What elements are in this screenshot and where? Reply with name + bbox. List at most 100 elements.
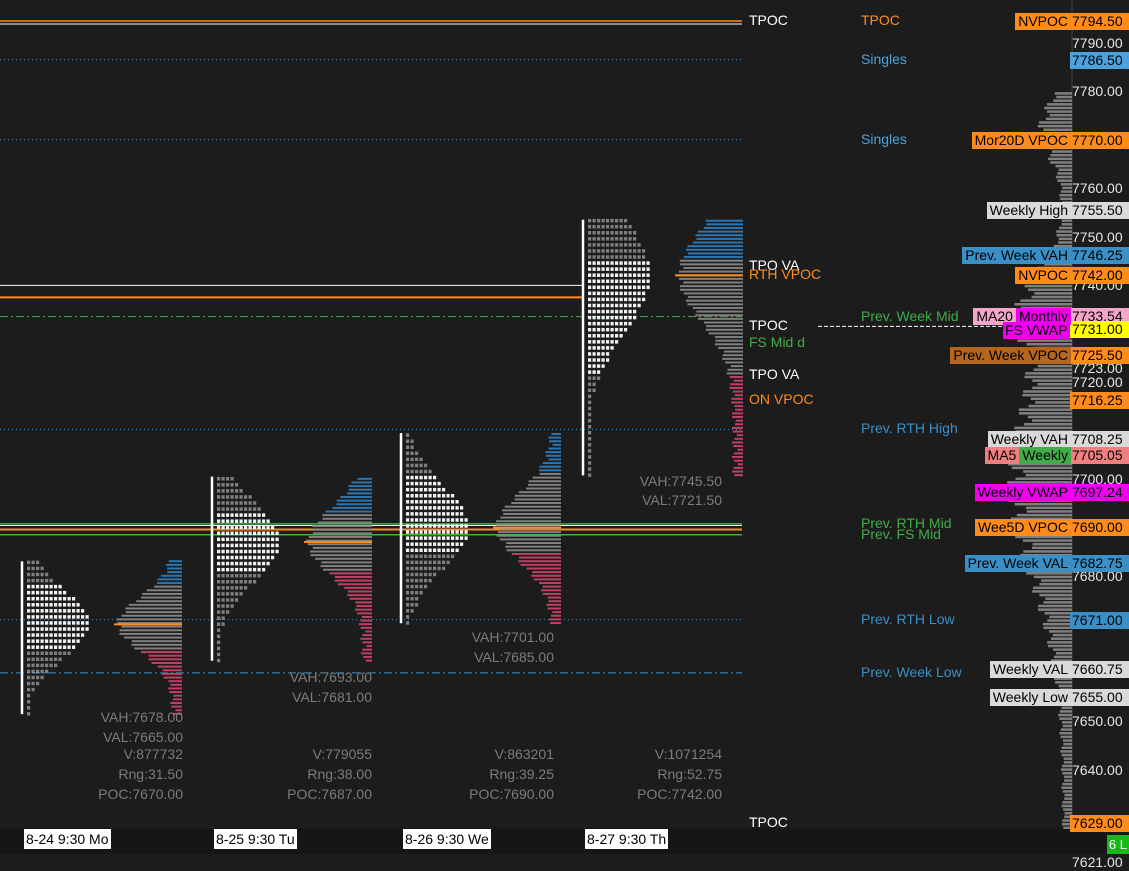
tpo-block <box>217 628 221 632</box>
composite-profile-bar <box>1037 124 1072 128</box>
tpo-block <box>40 609 44 613</box>
composite-profile-bar <box>1031 361 1072 364</box>
tpo-block <box>253 580 257 584</box>
volume-profile-bar <box>697 317 743 320</box>
composite-profile-bar <box>1062 801 1072 804</box>
tpo-block <box>592 291 596 296</box>
tpo-block <box>455 512 459 516</box>
tpo-block <box>615 297 619 302</box>
tpo-block <box>588 273 592 277</box>
tpo-block <box>257 561 261 566</box>
tpo-block <box>410 445 414 450</box>
composite-profile-bar <box>1050 161 1072 164</box>
tpo-block <box>442 542 446 546</box>
tpo-block <box>406 590 410 595</box>
tpo-block <box>36 663 40 668</box>
composite-profile-bar <box>1038 266 1072 270</box>
tpo-block <box>433 566 437 571</box>
volume-profile-bar <box>146 589 182 592</box>
volume-profile-bar <box>526 487 561 490</box>
tpo-block <box>230 531 234 536</box>
tpo-block <box>455 524 459 528</box>
tpo-block <box>31 669 35 674</box>
tpo-block <box>601 321 605 326</box>
volume-profile-bar <box>731 441 743 444</box>
tpo-block <box>271 537 275 542</box>
composite-profile-bar <box>1028 404 1072 408</box>
tpo-block <box>40 657 44 662</box>
tpo-block <box>72 627 76 631</box>
tpo-block <box>437 481 441 486</box>
tpo-block <box>588 412 592 417</box>
volume-profile-bar <box>706 223 743 226</box>
tpo-block <box>271 525 275 529</box>
composite-profile-bar <box>1043 601 1072 604</box>
tpo-block <box>248 573 252 578</box>
tpo-block <box>588 424 592 429</box>
tpo-block <box>424 566 428 571</box>
composite-profile-bar <box>1060 197 1072 201</box>
volume-profile-bar <box>121 625 182 628</box>
tpo-block <box>226 555 230 560</box>
tpo-block <box>619 279 623 283</box>
volume-profile-bar <box>679 270 743 273</box>
tpo-block <box>217 477 221 481</box>
tpo-block <box>610 231 614 235</box>
tpo-block <box>63 645 67 649</box>
tpo-block <box>406 536 410 540</box>
tpo-block <box>424 524 428 528</box>
composite-profile-bar <box>1022 539 1072 542</box>
tpo-block <box>597 237 601 241</box>
tpo-block <box>217 483 221 487</box>
tpo-block <box>81 615 85 619</box>
tpo-block <box>40 572 44 577</box>
tpo-block <box>31 663 35 668</box>
volume-profile-bar <box>340 495 372 498</box>
composite-profile-bar <box>1031 281 1072 284</box>
tpo-block <box>58 603 62 607</box>
volume-profile-bar <box>362 648 372 651</box>
tpo-block <box>601 285 605 290</box>
tpo-block <box>54 657 58 662</box>
tpo-block <box>601 218 605 223</box>
composite-profile-bar <box>1039 139 1072 142</box>
composite-profile-bar <box>1057 179 1072 182</box>
volume-profile-bar <box>552 443 561 446</box>
tpo-block <box>428 469 432 474</box>
volume-profile-bar <box>679 285 743 288</box>
tpo-block <box>588 352 592 356</box>
market-profile-chart[interactable] <box>0 0 1129 854</box>
tpo-block <box>464 518 468 522</box>
tpo-block <box>610 243 614 247</box>
tpo-block <box>428 542 432 546</box>
tpo-block <box>597 303 601 308</box>
tpo-block <box>624 297 628 302</box>
tpo-block <box>226 598 230 602</box>
volume-profile-bar <box>731 397 743 400</box>
tpo-block <box>606 303 610 308</box>
tpo-block <box>410 548 414 553</box>
tpo-block <box>266 543 270 548</box>
tpo-block <box>619 327 623 332</box>
tpo-block <box>455 536 459 540</box>
composite-profile-bar <box>1052 648 1072 651</box>
volume-profile-bar <box>539 465 561 468</box>
tpo-block <box>619 291 623 296</box>
tpo-block <box>415 487 419 492</box>
volume-profile-bar <box>732 430 743 433</box>
tpo-block <box>239 561 243 566</box>
tpo-block <box>588 443 592 447</box>
tpo-block <box>592 243 596 247</box>
tpo-block <box>588 467 592 471</box>
volume-profile-bar <box>528 480 561 483</box>
tpo-block <box>597 334 601 338</box>
tpo-block <box>588 267 592 271</box>
composite-profile-bar <box>1053 655 1072 659</box>
composite-profile-bar <box>1049 113 1072 117</box>
tpo-block <box>235 586 239 590</box>
volume-profile-bar <box>322 514 372 517</box>
composite-profile-bar <box>1022 357 1072 361</box>
tpo-block <box>410 512 414 516</box>
tpo-block <box>36 566 40 571</box>
tpo-block <box>230 477 234 481</box>
